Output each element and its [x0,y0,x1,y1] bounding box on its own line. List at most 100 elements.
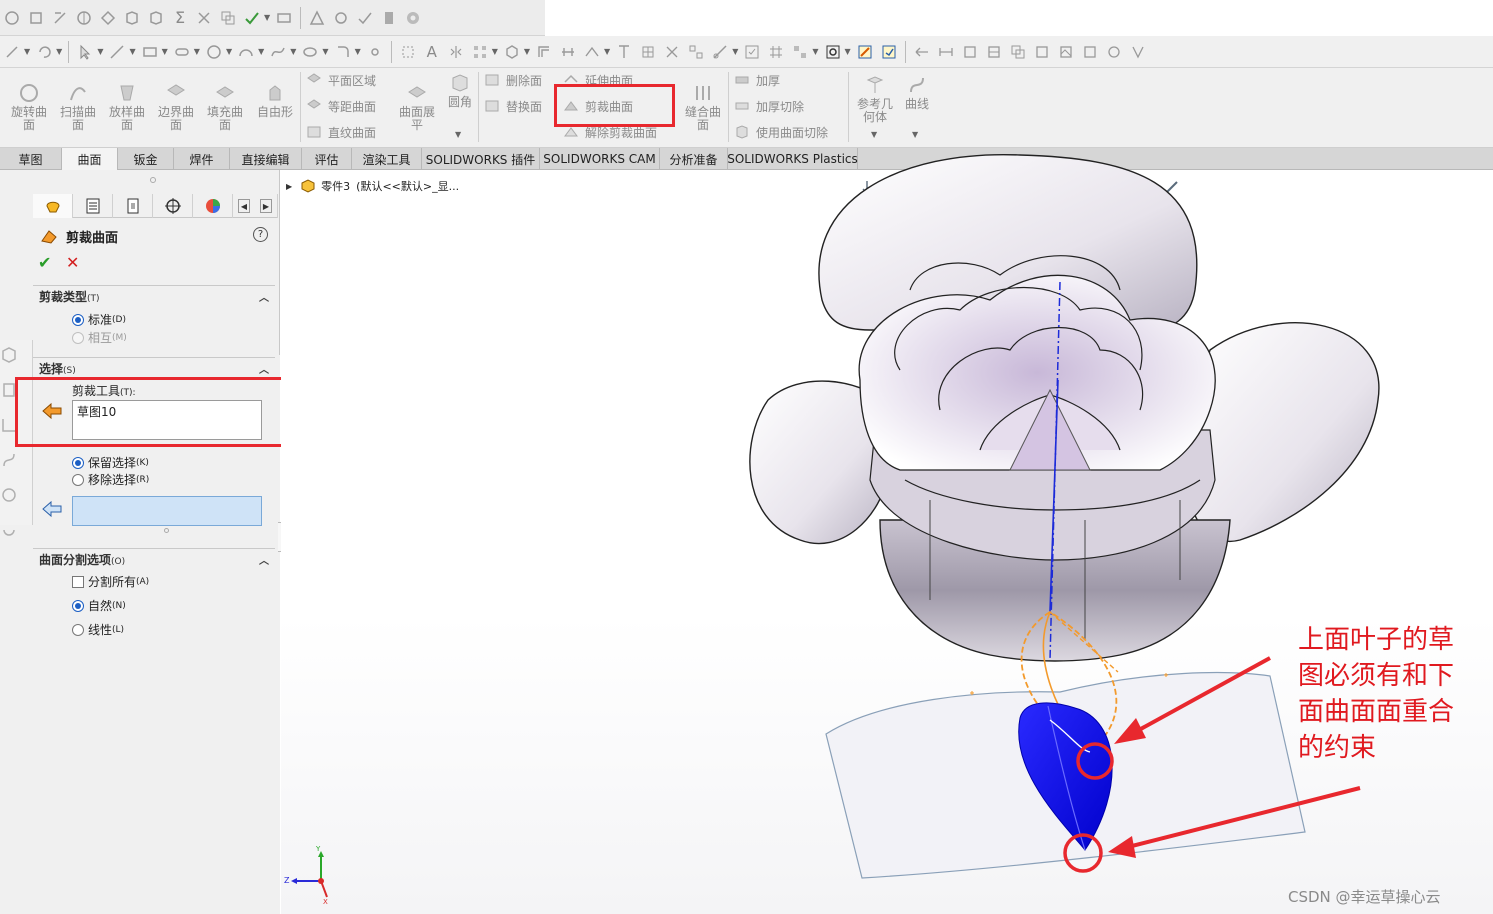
boundary-surface-button[interactable]: 边界曲 面 [155,82,197,132]
curve-strip-icon[interactable] [0,451,18,469]
dynamic-annotation-icon[interactable] [953,177,973,197]
panel-handle[interactable] [150,177,156,183]
tab-evaluate[interactable]: 评估 [302,148,352,170]
tab-solidworks-addins[interactable]: SOLIDWORKS 插件 [422,148,540,170]
fillet-button[interactable]: 圆角 [444,72,476,109]
tab-analysis-preparation[interactable]: 分析准备 [660,148,728,170]
ellipse-icon[interactable] [300,42,320,62]
pattern-icon[interactable] [470,42,490,62]
grid-snap-icon[interactable] [638,42,658,62]
fix-icon[interactable] [662,42,682,62]
scroll-right-icon[interactable]: ▶ [260,199,272,213]
collapse-chevron-icon[interactable]: ︿ [259,289,269,304]
view-icon[interactable] [331,8,351,28]
trim-entities-icon[interactable] [582,42,602,62]
fillet-dropdown-icon[interactable]: ▼ [455,130,461,139]
natural-radio[interactable] [72,599,84,612]
select-arrow-icon[interactable] [75,42,95,62]
mate-icon[interactable] [98,8,118,28]
dropdown-arrow-icon[interactable]: ▼ [1152,183,1158,192]
dropdown-arrow-icon[interactable]: ▼ [524,47,530,56]
copy-icon[interactable] [218,8,238,28]
grid-icon[interactable] [766,42,786,62]
3d-box-icon[interactable] [502,42,522,62]
collapse-chevron-icon[interactable]: ︿ [259,361,269,376]
smart-dimension-icon[interactable] [74,8,94,28]
remove-selections-radio[interactable] [72,473,84,486]
sketch-icon[interactable] [50,8,70,28]
convert-entities-icon[interactable] [398,42,418,62]
surface-cut-button[interactable]: 使用曲面切除 [734,122,828,142]
assembly-icon[interactable] [146,8,166,28]
sketch-edit-icon[interactable] [855,42,875,62]
display-style-icon[interactable] [1001,177,1021,197]
distance-icon[interactable] [686,42,706,62]
split-all-checkbox[interactable] [72,575,84,588]
previous-view-icon[interactable] [905,177,925,197]
check-icon[interactable] [242,8,262,28]
tab-direct-editing[interactable]: 直接编辑 [230,148,302,170]
undo-icon[interactable] [34,42,54,62]
split-icon[interactable] [984,42,1004,62]
sketch-exit-icon[interactable] [2,42,22,62]
rectangle-icon[interactable] [140,42,160,62]
dropdown-arrow-icon[interactable]: ▼ [194,47,200,56]
dropdown-arrow-icon[interactable]: ▼ [226,47,232,56]
scale-icon[interactable] [960,42,980,62]
linear-radio[interactable] [72,623,84,636]
shaded-sketch-icon[interactable] [1128,42,1148,62]
tab-weldments[interactable]: 焊件 [174,148,230,170]
tab-property-manager[interactable] [73,194,113,218]
thickened-cut-button[interactable]: 加厚切除 [734,96,804,116]
text-icon[interactable]: A [422,42,442,62]
linear-option[interactable]: 线性 (L) [72,621,124,638]
rotate-icon[interactable] [1032,42,1052,62]
knit-surface-button[interactable]: 缝合曲 面 [682,82,724,132]
tab-solidworks-plastics[interactable]: SOLIDWORKS Plastics [727,148,858,170]
block-icon[interactable] [1080,42,1100,62]
offset-icon[interactable] [534,42,554,62]
fill-surface-button[interactable]: 填充曲 面 [204,82,246,132]
dropdown-arrow-icon[interactable]: ▼ [1087,183,1093,192]
dropdown-arrow-icon[interactable]: ▼ [129,47,135,56]
tab-solidworks-cam[interactable]: SOLIDWORKS CAM [540,148,660,170]
dropdown-arrow-icon[interactable]: ▼ [812,47,818,56]
tab-sketch[interactable]: 草图 [0,148,62,170]
surface-split-options-header[interactable]: 曲面分割选项(O) ︿ [33,548,275,570]
mutual-radio[interactable] [72,331,84,344]
selections-section-header[interactable]: 选择(S) ︿ [33,357,275,379]
arc-icon[interactable] [236,42,256,62]
collapse-chevron-icon[interactable]: ︿ [259,552,269,567]
dropdown-arrow-icon[interactable]: ▼ [290,47,296,56]
stretch-icon[interactable] [936,42,956,62]
tab-feature-manager[interactable] [33,194,73,218]
move-icon[interactable] [558,42,578,62]
fillet-sketch-icon[interactable] [333,42,353,62]
custom-strip-icon[interactable] [0,521,18,539]
revolve-surface-button[interactable]: 旋转曲 面 [8,82,50,132]
edit-appearance-icon[interactable] [1065,177,1085,197]
mirror-icon[interactable] [446,42,466,62]
reference-dropdown-icon[interactable]: ▼ [871,130,877,139]
dropdown-arrow-icon[interactable]: ▼ [492,47,498,56]
flyout-feature-tree[interactable]: ▶ 零件3 (默认<<默认>_显... [286,178,459,194]
natural-option[interactable]: 自然 (N) [72,597,126,614]
line-icon[interactable] [107,42,127,62]
sketch-picture-icon[interactable] [1056,42,1076,62]
scroll-left-icon[interactable]: ◀ [238,199,250,213]
mutual-radio-option[interactable]: 相互 (M) [72,329,127,346]
view-settings-icon[interactable] [1130,177,1150,197]
loft-surface-button[interactable]: 放样曲 面 [106,82,148,132]
sweep-surface-button[interactable]: 扫描曲 面 [57,82,99,132]
display-icon[interactable] [355,8,375,28]
tab-dimxpert-manager[interactable] [153,194,193,218]
dropdown-arrow-icon[interactable]: ▼ [1055,183,1061,192]
sum-icon[interactable]: Σ [170,8,190,28]
section-view-icon[interactable] [929,177,949,197]
standard-radio-option[interactable]: 标准 (D) [72,311,126,328]
circle-icon[interactable] [204,42,224,62]
dropdown-arrow-icon[interactable]: ▼ [322,47,328,56]
thicken-button[interactable]: 加厚 [734,70,780,90]
tools-icon[interactable] [194,8,214,28]
realview-icon[interactable] [1162,177,1182,197]
